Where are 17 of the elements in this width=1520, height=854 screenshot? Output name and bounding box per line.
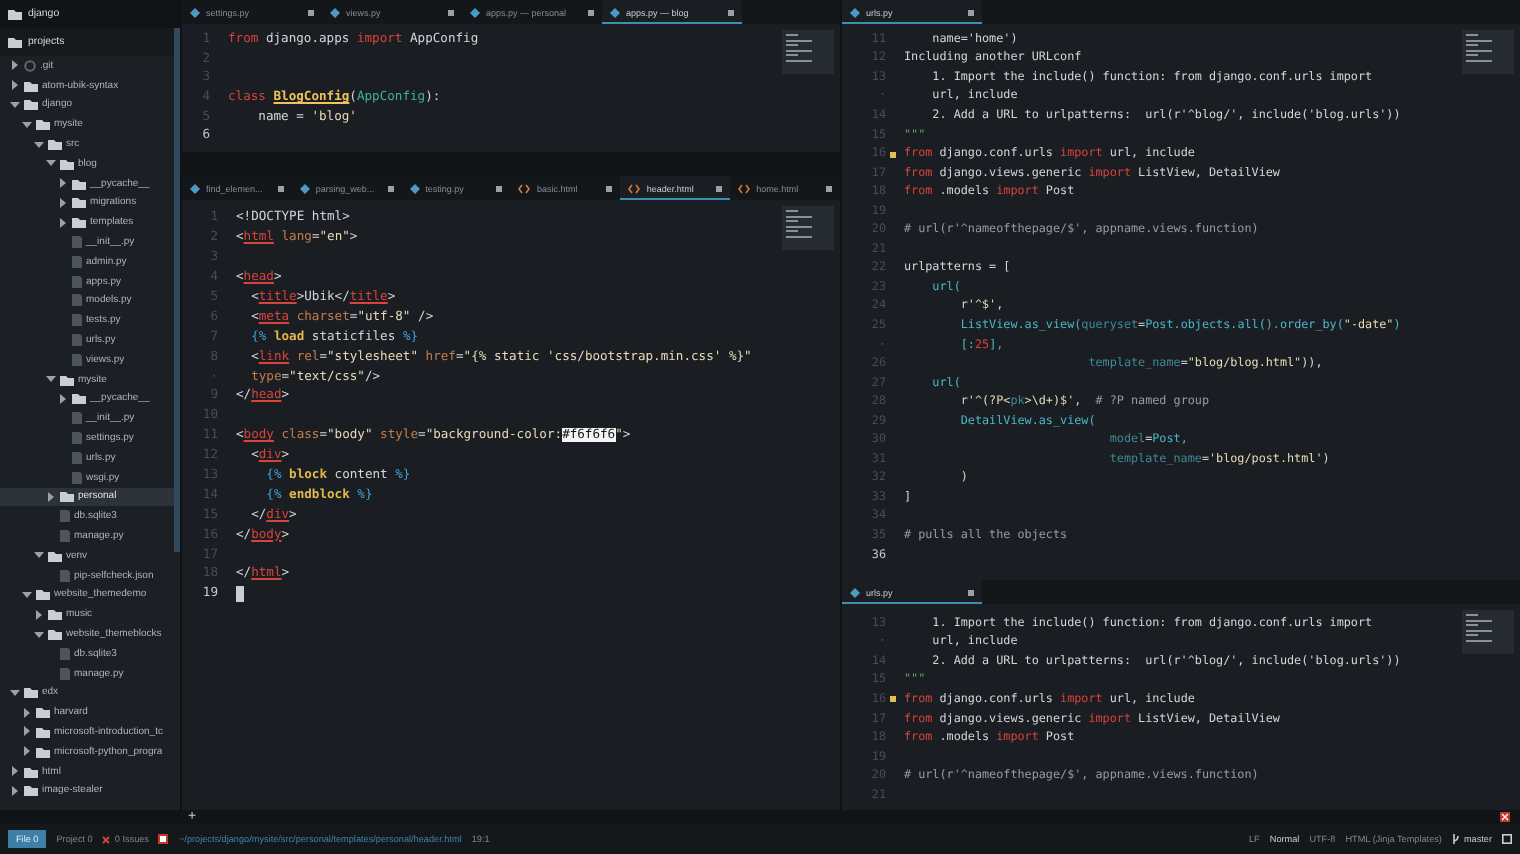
minimap bbox=[782, 30, 834, 74]
minimap bbox=[782, 206, 834, 250]
repo-icon bbox=[24, 59, 36, 72]
minimap bbox=[1462, 610, 1514, 654]
square-icon bbox=[1502, 834, 1512, 844]
folder-icon bbox=[60, 490, 74, 503]
folder-icon bbox=[8, 36, 22, 48]
minimap bbox=[1462, 30, 1514, 74]
code-icon bbox=[518, 183, 531, 193]
folder-icon bbox=[48, 549, 62, 562]
error-icon bbox=[102, 835, 111, 843]
folder-icon bbox=[8, 8, 22, 20]
file-icon bbox=[60, 569, 70, 582]
code-icon bbox=[628, 183, 641, 193]
code-icon bbox=[738, 183, 751, 193]
branch-icon bbox=[1451, 834, 1460, 844]
scrollbar[interactable] bbox=[174, 28, 180, 552]
